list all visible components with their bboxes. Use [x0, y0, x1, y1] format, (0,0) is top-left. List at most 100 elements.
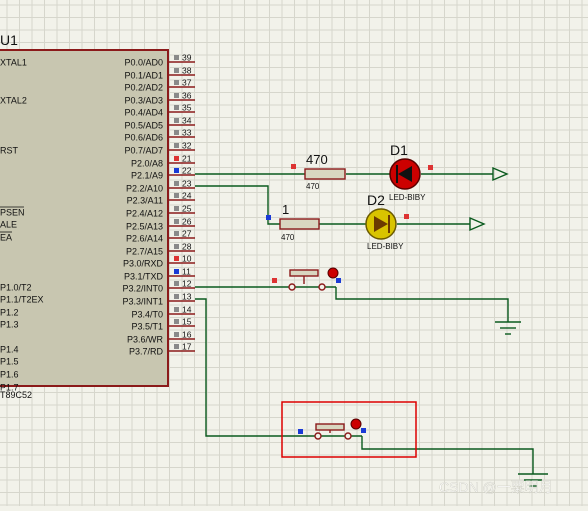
chip-pin-label: P3.6/WR: [127, 335, 164, 345]
chip-pin-label: P0.4/AD4: [124, 108, 163, 118]
pin-number: 34: [182, 116, 192, 126]
chip-pin-label: XTAL1: [0, 58, 27, 68]
chip-pin-label: P3.7/RD: [129, 347, 164, 357]
pin-number: 10: [182, 254, 192, 264]
chip-pin-label: P3.4/T0: [131, 310, 163, 320]
pin-marker: [174, 319, 179, 324]
resistor-1-value: 470: [306, 182, 320, 191]
chip-right-pins: P0.0/AD0 39 P0.1/AD1 38 P0.2/AD2 37 P0.3/AD3 36…: [122, 53, 195, 357]
pin-marker: [174, 219, 179, 224]
pin-number: 14: [182, 305, 192, 315]
chip-pin-label: P2.4/A12: [126, 209, 163, 219]
button-2-contact-left: [314, 432, 322, 440]
chip-pin-label: P1.7: [0, 383, 19, 393]
pin-marker: [174, 344, 179, 349]
pin-marker: [174, 294, 179, 299]
d1-output-arrow-icon: [492, 166, 509, 182]
ground-1-icon: [495, 321, 521, 335]
pin-marker: [174, 156, 179, 161]
pin-number: 25: [182, 204, 192, 214]
chip-pin-label: P3.5/T1: [131, 322, 163, 332]
button-1-cap: [289, 269, 319, 277]
pin-number: 38: [182, 66, 192, 76]
resistor-2-body: [279, 218, 320, 230]
chip-pin-label: RST: [0, 146, 19, 156]
led-d2-pin-marker: [404, 214, 409, 219]
chip-pin-label: P2.1/A9: [131, 171, 163, 181]
button-2-pin-marker-right: [361, 428, 366, 433]
pin-number: 21: [182, 154, 192, 164]
pin-marker: [174, 118, 179, 123]
resistor-2[interactable]: 1 470: [266, 202, 320, 242]
chip-pin-label: PSEN: [0, 208, 25, 218]
chip-pin-label: P2.3/A11: [127, 196, 163, 206]
led-d2-ref: D2: [367, 192, 385, 208]
pin-marker: [174, 168, 179, 173]
pin-number: 17: [182, 342, 192, 352]
chip-pin-label: XTAL2: [0, 96, 27, 106]
chip-u1[interactable]: U1 T89C52 XTAL1XTAL2RSTPSENALEEAP1.0/T2P…: [0, 32, 195, 400]
pin-number: 32: [182, 141, 192, 151]
pin-marker: [174, 307, 179, 312]
pin-number: 28: [182, 242, 192, 252]
pin-marker: [174, 193, 179, 198]
pin-marker: [174, 80, 179, 85]
pin-marker: [174, 256, 179, 261]
chip-ref: U1: [0, 32, 18, 48]
pin-number: 13: [182, 292, 192, 302]
pin-marker: [174, 105, 179, 110]
schematic-drawing: U1 T89C52 XTAL1XTAL2RSTPSENALEEAP1.0/T2P…: [0, 0, 588, 506]
schematic-canvas[interactable]: U1 T89C52 XTAL1 XTAL2 RST PSEN ALE EA P1.0/T2 P…: [0, 0, 588, 506]
button-2-contact-right: [344, 432, 352, 440]
chip-pin-label: P1.0/T2: [0, 283, 32, 293]
pin-number: 15: [182, 317, 192, 327]
pin-marker: [174, 244, 179, 249]
pin-marker: [174, 93, 179, 98]
chip-pin-label: P1.2: [0, 308, 19, 318]
pin-number: 23: [182, 179, 192, 189]
chip-pin-label: P0.1/AD1: [124, 71, 163, 81]
resistor-1-body: [304, 168, 346, 180]
chip-pin-label: P3.0/RXD: [123, 259, 164, 269]
chip-pin-label: P1.1/T2EX: [0, 295, 44, 305]
pin-marker: [174, 68, 179, 73]
resistor-1-pin-marker: [291, 164, 296, 169]
chip-pin-label: P2.6/A14: [126, 234, 163, 244]
pin-marker: [174, 281, 179, 286]
chip-pin-label: P2.2/A10: [126, 184, 163, 194]
pin-marker: [174, 130, 179, 135]
resistor-2-value: 470: [281, 233, 295, 242]
chip-pin-label: P1.6: [0, 370, 19, 380]
button-1-actuator-icon[interactable]: [327, 267, 339, 279]
pin-marker: [174, 206, 179, 211]
chip-pin-label: P0.3/AD3: [124, 96, 163, 106]
pin-number: 36: [182, 91, 192, 101]
chip-pin-label: P3.3/INT1: [122, 297, 163, 307]
pin-number: 24: [182, 191, 192, 201]
pin-number: 27: [182, 229, 192, 239]
pin-number: 16: [182, 330, 192, 340]
resistor-2-pin-marker: [266, 215, 271, 220]
pin-number: 37: [182, 78, 192, 88]
pin-number: 22: [182, 166, 192, 176]
pin-marker: [174, 231, 179, 236]
chip-pin-label: P1.4: [0, 345, 19, 355]
pin-marker: [174, 143, 179, 148]
pin-number: 39: [182, 53, 192, 63]
chip-pin-label: P1.3: [0, 320, 19, 330]
chip-pin-label: P0.0/AD0: [124, 58, 163, 68]
chip-pin-label: P0.7/AD7: [124, 146, 163, 156]
chip-pin-label: P3.1/TXD: [124, 272, 164, 282]
resistor-1[interactable]: 470 470: [291, 152, 346, 191]
button-2-actuator-icon[interactable]: [350, 418, 362, 430]
watermark: CSDN @一粟明月: [439, 479, 553, 495]
resistor-2-ref: 1: [282, 202, 289, 217]
chip-pin-label: P2.5/A13: [126, 222, 163, 232]
led-d1-pin-marker: [428, 165, 433, 170]
chip-pin-label: P2.0/A8: [131, 159, 163, 169]
button-1-contact-left: [288, 283, 296, 291]
button-1-pin-marker-left: [272, 278, 277, 283]
led-d2-part: LED-BIBY: [367, 242, 404, 251]
button-2-pin-marker-left: [298, 429, 303, 434]
chip-pin-label: P0.6/AD6: [124, 133, 163, 143]
